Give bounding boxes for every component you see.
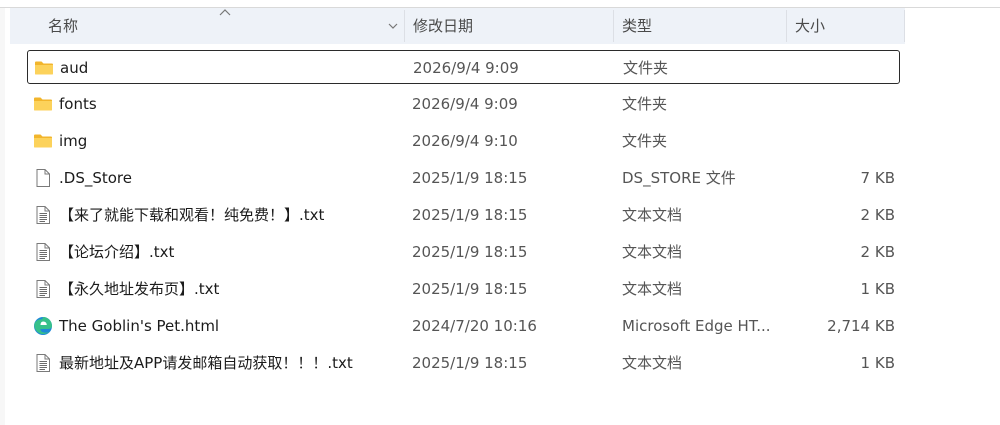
file-size: 2 KB [860,206,895,224]
sort-ascending-icon[interactable] [219,8,231,16]
chevron-down-icon[interactable] [388,21,398,31]
text-file-icon [33,205,53,225]
file-row[interactable]: 【永久地址发布页】.txt 2025/1/9 18:15 文本文档 1 KB [27,272,900,306]
file-name: 【来了就能下载和观看！纯免费！】.txt [59,206,325,224]
file-type: 文件夹 [622,132,668,150]
blank-file-icon [33,168,53,188]
text-file-icon [33,279,53,299]
file-name: img [59,132,88,150]
file-type: 文本文档 [622,243,683,261]
file-date: 2026/9/4 9:10 [412,132,518,150]
file-row[interactable]: 最新地址及APP请发邮箱自动获取！！！.txt 2025/1/9 18:15 文本文… [27,346,900,380]
column-separator[interactable] [613,10,614,42]
column-header-type[interactable]: 类型 [622,8,652,44]
file-size: 1 KB [860,354,895,372]
file-type: 文本文档 [622,354,683,372]
file-name: fonts [59,95,97,113]
column-separator[interactable] [904,10,905,42]
folder-icon [34,58,54,78]
file-name: 【论坛介绍】.txt [59,243,175,261]
file-date: 2025/1/9 18:15 [412,243,528,261]
column-header-bar: 名称 修改日期 类型 大小 [10,8,905,44]
column-header-name[interactable]: 名称 [48,8,78,44]
file-type: 文本文档 [622,206,683,224]
file-row[interactable]: img 2026/9/4 9:10 文件夹 [27,124,900,158]
file-name: 最新地址及APP请发邮箱自动获取！！！.txt [59,354,353,372]
file-date: 2025/1/9 18:15 [412,354,528,372]
column-header-size[interactable]: 大小 [795,8,825,44]
file-type: 文件夹 [623,59,669,77]
file-row[interactable]: fonts 2026/9/4 9:09 文件夹 [27,87,900,121]
left-gutter [0,8,5,425]
text-file-icon [33,353,53,373]
file-name: 【永久地址发布页】.txt [59,280,220,298]
file-row[interactable]: 【来了就能下载和观看！纯免费！】.txt 2025/1/9 18:15 文本文档 2 … [27,198,900,232]
text-file-icon [33,242,53,262]
file-row[interactable]: .DS_Store 2025/1/9 18:15 DS_STORE 文件 7 KB [27,161,900,195]
file-date: 2025/1/9 18:15 [412,280,528,298]
file-name: The Goblin's Pet.html [59,317,220,335]
column-header-date[interactable]: 修改日期 [413,8,473,44]
file-row[interactable]: The Goblin's Pet.html 2024/7/20 10:16 Micr… [27,309,900,343]
file-size: 7 KB [860,169,895,187]
file-date: 2026/9/4 9:09 [413,59,519,77]
file-size: 2,714 KB [827,317,895,335]
file-type: DS_STORE 文件 [622,169,736,187]
file-size: 2 KB [860,243,895,261]
file-size: 1 KB [860,280,895,298]
file-date: 2024/7/20 10:16 [412,317,537,335]
file-name: aud [60,59,89,77]
file-row[interactable]: 【论坛介绍】.txt 2025/1/9 18:15 文本文档 2 KB [27,235,900,269]
file-name: .DS_Store [59,169,132,187]
folder-icon [33,94,53,114]
file-date: 2026/9/4 9:09 [412,95,518,113]
file-date: 2025/1/9 18:15 [412,206,528,224]
file-type: 文本文档 [622,280,683,298]
column-separator[interactable] [404,10,405,42]
file-type: 文件夹 [622,95,668,113]
file-date: 2025/1/9 18:15 [412,169,528,187]
folder-icon [33,131,53,151]
column-separator[interactable] [786,10,787,42]
file-row[interactable]: aud 2026/9/4 9:09 文件夹 [27,50,900,84]
file-type: Microsoft Edge HT... [622,317,771,335]
edge-html-icon [33,316,53,336]
